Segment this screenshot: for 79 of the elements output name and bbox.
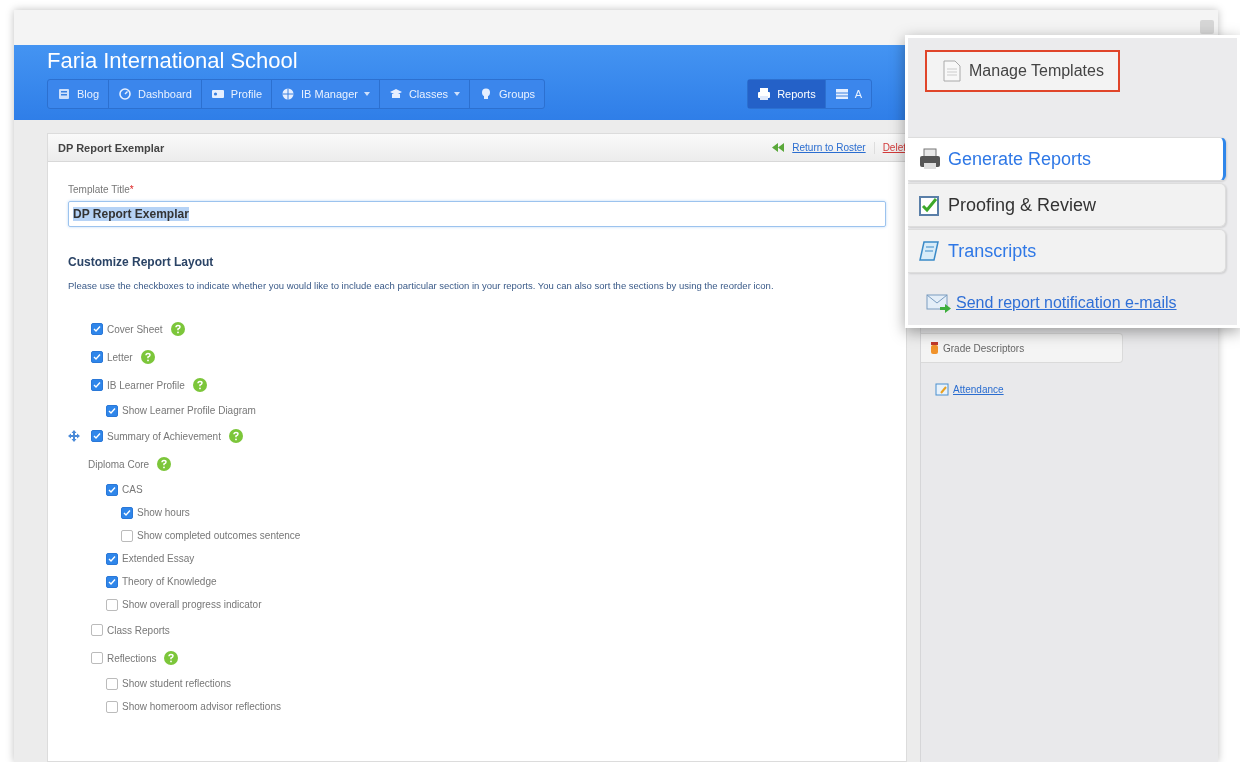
checkbox-label: Show overall progress indicator bbox=[122, 599, 262, 610]
scroll-icon bbox=[919, 241, 939, 261]
nav-item[interactable]: Blog bbox=[48, 80, 110, 108]
checkbox-label: Letter bbox=[107, 351, 133, 363]
checkbox-label: Summary of Achievement bbox=[107, 430, 221, 442]
school-name: Faria International School bbox=[47, 48, 298, 74]
checkbox-label: CAS bbox=[122, 484, 143, 495]
nav-icon bbox=[388, 87, 403, 101]
checkbox-label: Theory of Knowledge bbox=[122, 576, 217, 587]
document-icon bbox=[943, 60, 961, 82]
checkbox[interactable] bbox=[91, 379, 103, 391]
checkbox[interactable] bbox=[106, 575, 118, 588]
checkbox[interactable] bbox=[91, 351, 103, 363]
checkbox[interactable] bbox=[106, 483, 118, 496]
section-heading: Customize Report Layout bbox=[68, 255, 215, 269]
checkbox[interactable] bbox=[121, 529, 133, 542]
mail-send-icon bbox=[926, 293, 952, 313]
checkbox[interactable] bbox=[106, 700, 118, 713]
checkbox-label: Reflections bbox=[107, 652, 157, 664]
back-link[interactable]: Return to Roster bbox=[792, 142, 866, 153]
nav-item[interactable]: Dashboard bbox=[109, 80, 202, 108]
printer-icon bbox=[920, 148, 940, 169]
help-icon[interactable] bbox=[228, 429, 243, 443]
nav-icon bbox=[281, 87, 296, 101]
caret-icon bbox=[454, 92, 461, 96]
checkbox-label: Show completed outcomes sentence bbox=[137, 530, 301, 541]
nav-icon bbox=[210, 87, 225, 101]
help-icon[interactable] bbox=[164, 651, 179, 665]
caret-icon bbox=[363, 92, 370, 96]
notepad-icon bbox=[935, 383, 949, 396]
instructions-text: Please use the checkboxes to indicate whether you would like to include each particular section in your reports. You can also sort the sections by using the reorder icon. bbox=[68, 279, 775, 293]
checkbox[interactable] bbox=[91, 430, 103, 442]
nav-item[interactable]: IB Manager bbox=[272, 80, 380, 108]
checkbox[interactable] bbox=[106, 598, 118, 611]
help-icon[interactable] bbox=[170, 322, 185, 336]
checkbox[interactable] bbox=[121, 506, 133, 519]
window-button[interactable] bbox=[1200, 20, 1214, 34]
field-label: Template Title bbox=[68, 184, 130, 195]
checkbox-label: Show homeroom advisor reflections bbox=[122, 701, 281, 712]
manage-templates-button[interactable]: Manage Templates bbox=[925, 50, 1120, 92]
nav-item[interactable]: Profile bbox=[201, 80, 273, 108]
checkbox-label: Show hours bbox=[137, 507, 190, 518]
checkbox[interactable] bbox=[106, 552, 118, 565]
nav-tab[interactable]: Reports bbox=[748, 80, 826, 108]
grid-icon bbox=[834, 87, 849, 101]
checkbox[interactable] bbox=[106, 404, 118, 417]
nav-tab[interactable]: A bbox=[825, 80, 871, 108]
nav-icon bbox=[57, 87, 71, 101]
checkbox[interactable] bbox=[91, 624, 103, 636]
checkbox[interactable] bbox=[91, 652, 103, 664]
sidebar-link[interactable]: Attendance bbox=[935, 383, 1004, 396]
printer-icon bbox=[757, 87, 772, 101]
card-title: DP Report Exemplar bbox=[58, 141, 165, 154]
nav-item[interactable]: Classes bbox=[379, 80, 471, 108]
checkbox-label: Extended Essay bbox=[122, 553, 195, 564]
checkbox-check-icon bbox=[919, 196, 939, 216]
checkbox-label: Show student reflections bbox=[122, 678, 231, 689]
title-input[interactable]: DP Report Exemplar bbox=[68, 201, 886, 227]
nav-icon bbox=[118, 87, 133, 101]
notification-link[interactable]: Send report notification e-mails bbox=[926, 293, 1237, 313]
checkbox-label: Class Reports bbox=[107, 624, 170, 636]
menu-tab[interactable]: Transcripts bbox=[908, 229, 1226, 273]
menu-tab[interactable]: Proofing & Review bbox=[908, 183, 1226, 227]
medal-icon bbox=[931, 342, 938, 354]
checkbox-label: Show Learner Profile Diagram bbox=[122, 405, 256, 416]
checkbox-label: IB Learner Profile bbox=[107, 379, 185, 391]
checkbox[interactable] bbox=[106, 677, 118, 690]
help-icon[interactable] bbox=[140, 350, 155, 364]
help-icon[interactable] bbox=[192, 378, 207, 392]
rewind-icon bbox=[772, 143, 785, 152]
checkbox-label: Cover Sheet bbox=[107, 323, 163, 335]
group-label: Diploma Core bbox=[88, 458, 150, 470]
nav-item[interactable]: Groups bbox=[470, 80, 545, 108]
reorder-icon[interactable] bbox=[68, 430, 80, 442]
sidebar-tab[interactable]: Grade Descriptors bbox=[921, 333, 1123, 363]
menu-tab[interactable]: Generate Reports bbox=[908, 137, 1226, 181]
help-icon[interactable] bbox=[157, 457, 172, 471]
delete-link[interactable]: Delet bbox=[882, 142, 906, 153]
checkbox[interactable] bbox=[91, 323, 103, 335]
